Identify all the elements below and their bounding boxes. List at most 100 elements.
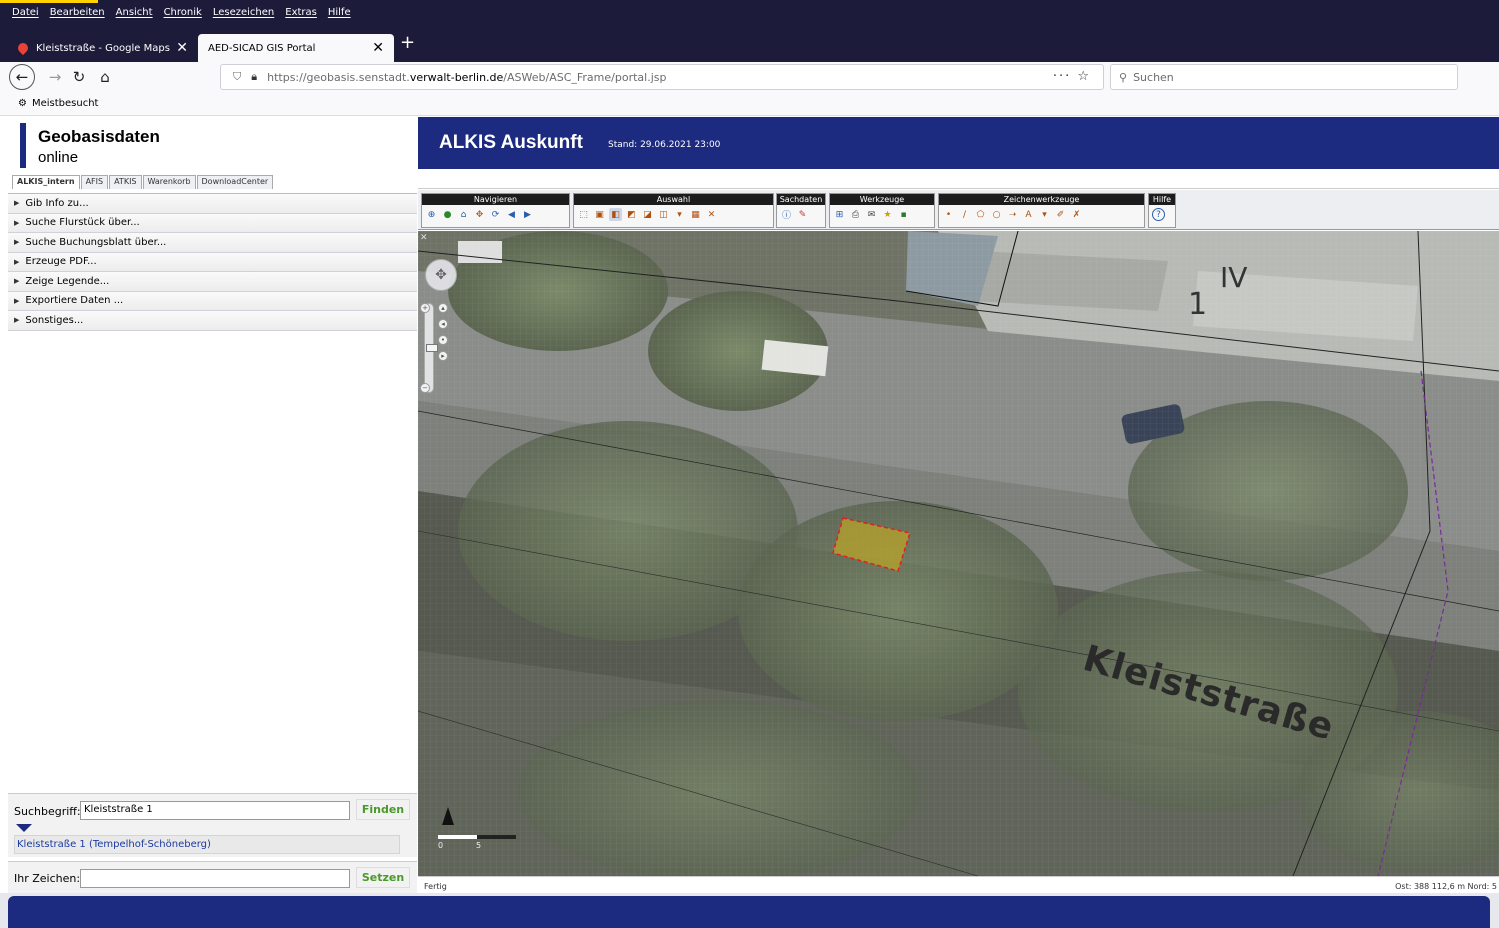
nav-up-icon[interactable]: ▴ — [438, 303, 448, 313]
home-icon[interactable]: ⌂ — [457, 208, 470, 221]
tab-downloadcenter[interactable]: DownloadCenter — [196, 175, 274, 189]
bottom-bar-inner — [8, 896, 1490, 928]
home-icon[interactable]: ⌂ — [92, 64, 118, 90]
menu-lesezeichen[interactable]: Lesezeichen — [213, 7, 274, 18]
lock-icon[interactable]: 🔒︎ — [251, 70, 257, 84]
left-panel: Geobasisdaten online ALKIS_intern AFIS A… — [0, 117, 418, 893]
menu-datei[interactable]: Datei — [12, 7, 39, 18]
set-button[interactable]: Setzen — [356, 867, 410, 888]
alkis-header: ALKIS Auskunft Stand: 29.06.2021 23:00 — [418, 117, 1499, 169]
menu-bearbeiten[interactable]: Bearbeiten — [50, 7, 105, 18]
sign-input[interactable] — [80, 869, 350, 888]
triangle-right-icon: ▶ — [14, 238, 20, 247]
zoom-in-icon[interactable]: + — [420, 303, 430, 313]
map-toolbar: Navigieren ⊕ ● ⌂ ✥ ⟳ ◀ ▶ Auswahl ⬚ ▣ ◧ ◩… — [418, 190, 1499, 230]
refresh-icon[interactable]: ⟳ — [489, 208, 502, 221]
pan-icon[interactable]: ✥ — [473, 208, 486, 221]
page-actions-icon[interactable]: ··· ☆ — [1053, 69, 1091, 84]
zoom-slider[interactable] — [424, 303, 438, 393]
map-canvas[interactable]: Kleiststraße IV 1 ✕ ✥ + − ▴ ◂ • ▸ 0 5 — [418, 231, 1499, 876]
search-area: Suchbegriff: Kleiststraße 1 Finden Kleis… — [8, 793, 417, 857]
accordion-suche-buchungsblatt[interactable]: ▶ Suche Buchungsblatt über... — [8, 233, 417, 253]
search-placeholder: Suchen — [1133, 70, 1174, 84]
help-icon[interactable]: ? — [1152, 208, 1165, 221]
star-icon[interactable]: ★ — [881, 208, 894, 221]
find-button[interactable]: Finden — [356, 799, 410, 820]
tab-alkis-intern[interactable]: ALKIS_intern — [12, 175, 80, 189]
tab-google-maps[interactable]: Kleiststraße - Google Maps ✕ — [8, 34, 198, 62]
select-dropdown-icon[interactable]: ▾ — [673, 208, 686, 221]
search-icon: ⚲ — [1119, 70, 1128, 84]
zoom-slider-handle[interactable] — [426, 344, 438, 352]
accordion-sonstiges[interactable]: ▶ Sonstiges... — [8, 311, 417, 331]
shield-icon[interactable]: ⛉ — [233, 70, 241, 84]
search-input[interactable]: Kleiststraße 1 — [80, 801, 350, 820]
reload-icon[interactable]: ↻ — [66, 64, 92, 90]
draw-arrow-icon[interactable]: ➝ — [1006, 208, 1019, 221]
eraser-icon[interactable]: ✎ — [796, 208, 809, 221]
arrow-left-icon[interactable]: ◀ — [505, 208, 518, 221]
draw-edit-icon[interactable]: ✐ — [1054, 208, 1067, 221]
mail-icon[interactable]: ✉ — [865, 208, 878, 221]
zoom-out-icon[interactable]: − — [420, 383, 430, 393]
menu-ansicht[interactable]: Ansicht — [116, 7, 153, 18]
arrow-right-icon[interactable]: ▶ — [521, 208, 534, 221]
tab-warenkorb[interactable]: Warenkorb — [142, 175, 196, 189]
select-rect-icon[interactable]: ▣ — [593, 208, 606, 221]
toolgroup-hilfe: Hilfe ? — [1148, 193, 1176, 228]
globe-icon[interactable]: ● — [441, 208, 454, 221]
search-result-item[interactable]: Kleiststraße 1 (Tempelhof-Schöneberg) — [14, 835, 400, 854]
accordion-gib-info[interactable]: ▶ Gib Info zu... — [8, 194, 417, 214]
info-icon[interactable]: ⓘ — [780, 208, 793, 221]
select-circle-icon[interactable]: ◩ — [625, 208, 638, 221]
measure-icon[interactable]: ⊞ — [833, 208, 846, 221]
print-icon[interactable]: ⎙ — [849, 208, 862, 221]
select-polygon-icon[interactable]: ◧ — [609, 208, 622, 221]
back-icon[interactable]: ← — [9, 64, 35, 90]
search-bar[interactable]: ⚲ Suchen — [1110, 64, 1458, 90]
pan-control-icon[interactable]: ✥ — [425, 259, 457, 291]
accordion-exportiere-daten[interactable]: ▶ Exportiere Daten ... — [8, 291, 417, 311]
draw-text-icon[interactable]: A — [1022, 208, 1035, 221]
save-icon[interactable]: ▪ — [897, 208, 910, 221]
nav-right-icon[interactable]: ▸ — [438, 351, 448, 361]
draw-point-icon[interactable]: • — [942, 208, 955, 221]
zoom-in-icon[interactable]: ⊕ — [425, 208, 438, 221]
select-all-icon[interactable]: ▦ — [689, 208, 702, 221]
toolgroup-label: Zeichenwerkzeuge — [939, 194, 1144, 205]
menu-hilfe[interactable]: Hilfe — [328, 7, 351, 18]
menu-extras[interactable]: Extras — [285, 7, 317, 18]
tab-afis[interactable]: AFIS — [80, 175, 109, 189]
nav-center-icon[interactable]: • — [438, 335, 448, 345]
tab-atkis[interactable]: ATKIS — [109, 175, 142, 189]
scale-label-0: 0 — [438, 841, 444, 850]
draw-line-icon[interactable]: ∕ — [958, 208, 971, 221]
map-close-icon[interactable]: ✕ — [420, 233, 428, 243]
expand-arrow-icon[interactable] — [16, 824, 32, 832]
select-line-icon[interactable]: ◪ — [641, 208, 654, 221]
nav-left-icon[interactable]: ◂ — [438, 319, 448, 329]
map-pin-icon — [15, 40, 31, 56]
tab-gis-portal[interactable]: AED-SICAD GIS Portal ✕ — [198, 34, 394, 62]
toolgroup-navigieren: Navigieren ⊕ ● ⌂ ✥ ⟳ ◀ ▶ — [421, 193, 570, 228]
triangle-right-icon: ▶ — [14, 257, 20, 266]
draw-delete-icon[interactable]: ✗ — [1070, 208, 1083, 221]
menu-chronik[interactable]: Chronik — [164, 7, 202, 18]
close-icon[interactable]: ✕ — [372, 40, 384, 56]
new-tab-icon[interactable]: + — [400, 32, 415, 53]
draw-dropdown-icon[interactable]: ▾ — [1038, 208, 1051, 221]
toolgroup-label: Auswahl — [574, 194, 773, 205]
bookmark-meistbesucht[interactable]: Meistbesucht — [32, 98, 99, 109]
bottom-bar — [0, 893, 1499, 928]
accordion-zeige-legende[interactable]: ▶ Zeige Legende... — [8, 272, 417, 292]
clear-selection-icon[interactable]: ✕ — [705, 208, 718, 221]
accordion-suche-flurstueck[interactable]: ▶ Suche Flurstück über... — [8, 213, 417, 233]
close-icon[interactable]: ✕ — [176, 40, 188, 56]
accordion-erzeuge-pdf[interactable]: ▶ Erzeuge PDF... — [8, 252, 417, 272]
draw-polygon-icon[interactable]: ⬠ — [974, 208, 987, 221]
select-point-icon[interactable]: ⬚ — [577, 208, 590, 221]
forward-icon[interactable]: → — [42, 64, 68, 90]
url-bar[interactable]: ⛉ 🔒︎ https://geobasis.senstadt.verwalt-b… — [220, 64, 1104, 90]
select-buffer-icon[interactable]: ◫ — [657, 208, 670, 221]
draw-circle-icon[interactable]: ○ — [990, 208, 1003, 221]
